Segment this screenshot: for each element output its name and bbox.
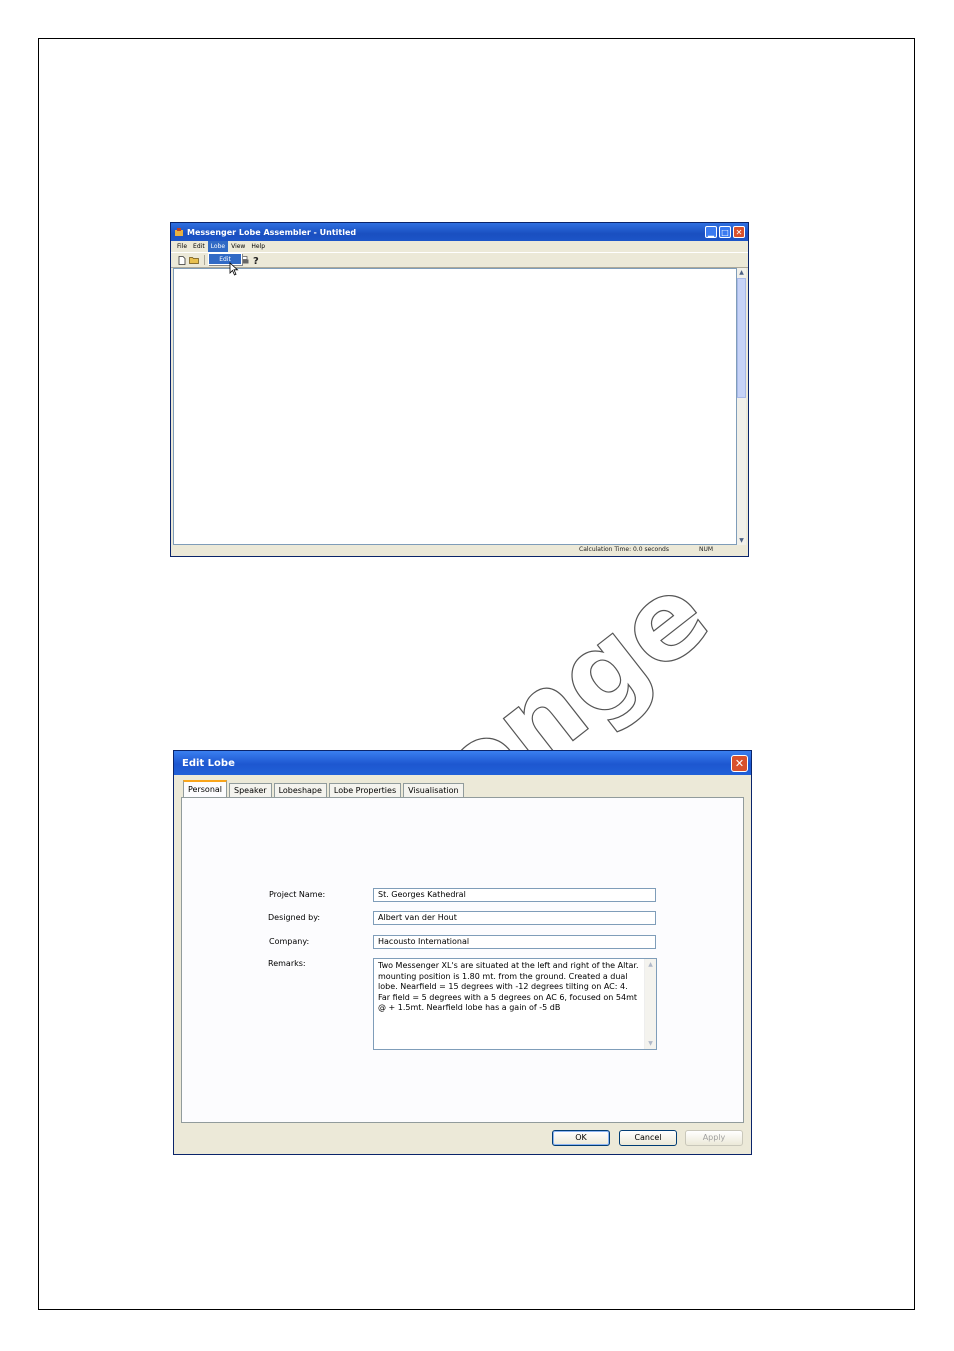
status-num: NUM (699, 546, 714, 553)
designed-by-label: Designed by: (268, 913, 321, 922)
main-window: Messenger Lobe Assembler - Untitled ▁ □ … (170, 222, 749, 557)
menu-edit[interactable]: Edit (190, 241, 208, 252)
toolbar: ? (171, 252, 748, 268)
remarks-scrollbar[interactable]: ▲ ▼ (644, 959, 656, 1049)
designed-by-field[interactable]: Albert van der Hout (373, 911, 656, 925)
personal-tab-panel: Project Name: St. Georges Kathedral Desi… (181, 797, 744, 1123)
help-icon[interactable]: ? (251, 255, 261, 265)
dialog-titlebar[interactable]: Edit Lobe ✕ (174, 751, 751, 775)
status-calc-time: Calculation Time: 0.0 seconds (579, 546, 669, 553)
main-window-title: Messenger Lobe Assembler - Untitled (187, 227, 357, 237)
scroll-down-icon[interactable]: ▼ (737, 536, 746, 545)
dialog-title: Edit Lobe (182, 757, 235, 769)
project-name-label: Project Name: (269, 890, 326, 899)
tab-strip: Personal Speaker Lobeshape Lobe Properti… (183, 780, 466, 797)
tab-lobe-properties[interactable]: Lobe Properties (328, 783, 402, 797)
document-canvas[interactable] (173, 268, 737, 545)
main-titlebar[interactable]: Messenger Lobe Assembler - Untitled ▁ □ … (171, 223, 748, 241)
menubar: File Edit Lobe View Help (171, 241, 748, 252)
tab-lobeshape[interactable]: Lobeshape (273, 783, 327, 797)
cancel-button[interactable]: Cancel (619, 1130, 677, 1146)
company-label: Company: (269, 937, 310, 946)
menu-lobe[interactable]: Lobe (207, 241, 229, 252)
app-icon (175, 228, 183, 236)
mouse-cursor-icon (229, 262, 239, 276)
scroll-up-icon[interactable]: ▲ (737, 268, 746, 277)
scroll-thumb[interactable] (737, 278, 746, 398)
toolbar-separator (204, 255, 205, 265)
company-field[interactable]: Hacousto International (373, 935, 656, 949)
menu-view[interactable]: View (228, 241, 248, 252)
menu-file[interactable]: File (174, 241, 190, 252)
vertical-scrollbar[interactable]: ▲ ▼ (737, 268, 746, 545)
apply-button[interactable]: Apply (685, 1130, 743, 1146)
ok-button[interactable]: OK (552, 1130, 610, 1146)
tab-speaker[interactable]: Speaker (229, 783, 272, 797)
menu-help[interactable]: Help (248, 241, 268, 252)
tab-personal[interactable]: Personal (183, 780, 228, 797)
remarks-scroll-up-icon[interactable]: ▲ (645, 959, 656, 970)
remarks-text: Two Messenger XL's are situated at the l… (378, 961, 639, 1012)
open-folder-icon[interactable] (189, 255, 199, 265)
project-name-field[interactable]: St. Georges Kathedral (373, 888, 656, 902)
dialog-close-button[interactable]: ✕ (731, 755, 748, 772)
tab-visualisation[interactable]: Visualisation (403, 783, 464, 797)
close-button[interactable]: ✕ (733, 226, 745, 238)
remarks-label: Remarks: (268, 959, 306, 968)
maximize-button[interactable]: □ (719, 226, 731, 238)
minimize-button[interactable]: ▁ (705, 226, 717, 238)
remarks-textarea[interactable]: Two Messenger XL's are situated at the l… (373, 958, 657, 1050)
statusbar: Calculation Time: 0.0 seconds NUM (173, 545, 746, 555)
remarks-scroll-down-icon[interactable]: ▼ (645, 1038, 656, 1049)
svg-text:?: ? (253, 256, 259, 265)
edit-lobe-dialog: Edit Lobe ✕ Personal Speaker Lobeshape L… (173, 750, 752, 1155)
new-file-icon[interactable] (177, 255, 187, 265)
